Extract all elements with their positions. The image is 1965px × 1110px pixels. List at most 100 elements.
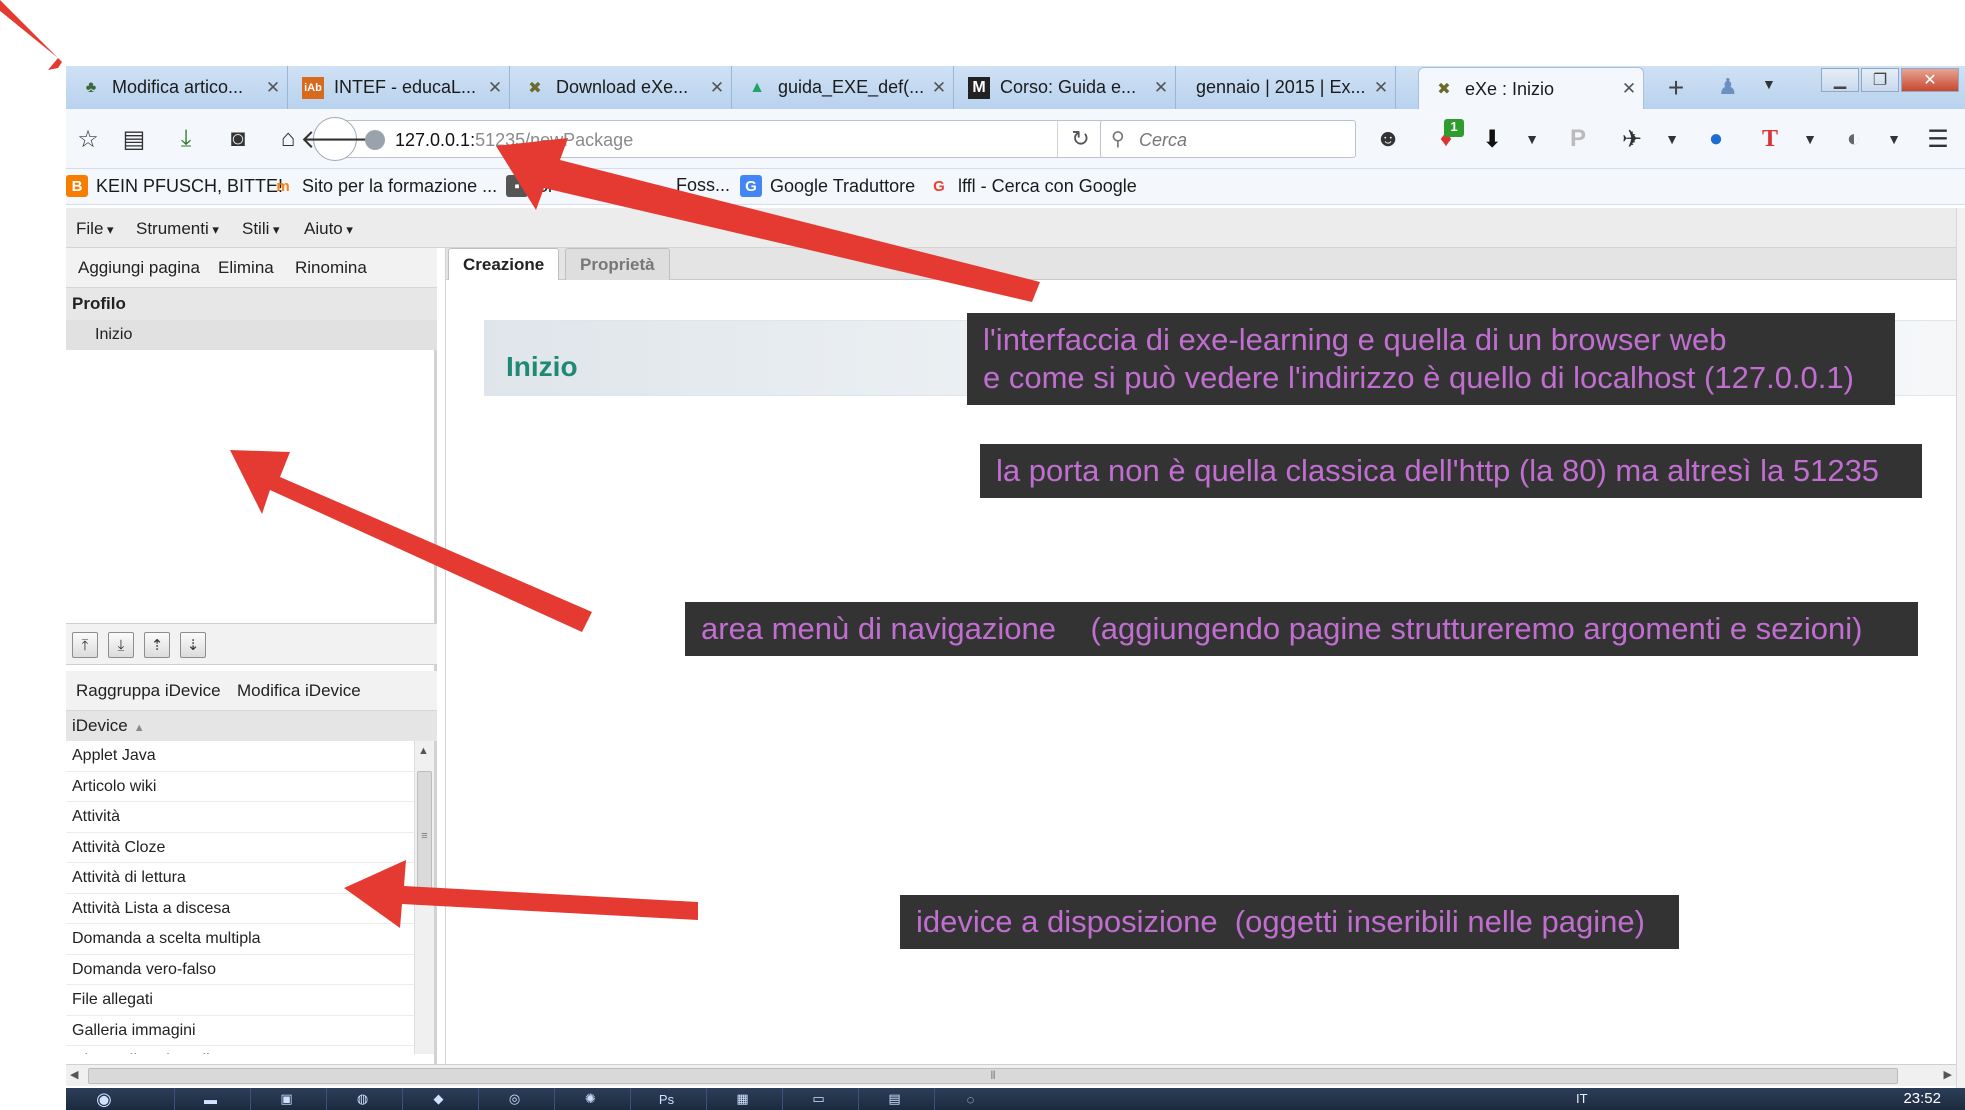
play-icon[interactable]: ● (1700, 123, 1732, 155)
new-tab-button[interactable]: + (1656, 72, 1696, 103)
edit-idevice-button[interactable]: Modifica iDevice (237, 681, 361, 701)
app-icon[interactable]: ▤ (858, 1088, 930, 1110)
download-arrow-icon[interactable]: ⬇ (1476, 123, 1508, 155)
move-up-icon[interactable]: ⇡ (144, 632, 170, 658)
tab-3[interactable]: ✖ Download eXe... ✕ (510, 66, 732, 109)
outline-root[interactable]: Profilo (66, 288, 437, 320)
tab-4[interactable]: ▲ guida_EXE_def(... ✕ (732, 66, 954, 109)
idevice-column-header[interactable]: iDevice ▲ (66, 711, 437, 741)
start-icon[interactable]: ◉ (76, 1088, 132, 1110)
close-icon[interactable]: ✕ (481, 78, 509, 98)
bookmark-item[interactable]: G lffl - Cerca con Google (928, 175, 1137, 197)
maximize-button[interactable]: ❐ (1861, 68, 1899, 92)
clock[interactable]: 23:52 (1903, 1090, 1941, 1107)
scroll-left-icon[interactable]: ◀ (70, 1068, 78, 1081)
speech-icon[interactable]: ◐ (1838, 123, 1870, 155)
idevice-item[interactable]: Attività di lettura (66, 863, 414, 894)
firefox-icon[interactable]: ◍ (326, 1088, 398, 1110)
scroll-right-icon[interactable]: ▶ (1944, 1068, 1952, 1081)
bookmark-item[interactable]: G Google Traduttore (740, 175, 915, 197)
idevice-item[interactable]: Attività Lista a discesa (66, 894, 414, 924)
chevron-down-icon[interactable]: ▼ (1794, 123, 1826, 155)
tab-2[interactable]: iAb INTEF - educaL... ✕ (288, 66, 510, 109)
pinterest-icon[interactable]: P (1562, 123, 1594, 155)
chrome-icon[interactable]: ◎ (478, 1088, 550, 1110)
idevice-item[interactable]: Applet Java (66, 741, 414, 772)
idevice-item[interactable]: Articolo wiki (66, 772, 414, 802)
bookmark-item[interactable]: ▪ Si (506, 175, 552, 197)
tab-7-active[interactable]: ✖ eXe : Inizio ✕ (1418, 67, 1644, 110)
idevice-item[interactable]: File allegati (66, 985, 414, 1016)
tab-proprieta[interactable]: Proprietà (565, 248, 670, 280)
save-icon[interactable]: ▣ (250, 1088, 322, 1110)
add-page-button[interactable]: Aggiungi pagina (78, 258, 200, 278)
app-icon[interactable]: ◌ (934, 1088, 1006, 1110)
url-bar[interactable]: 🡐 127.0.0.1:51235/newPackage ↻ (300, 117, 1104, 161)
tab-creazione[interactable]: Creazione (448, 248, 560, 280)
url-text[interactable]: 127.0.0.1:51235/newPackage (395, 130, 633, 151)
reload-icon[interactable]: ↻ (1057, 121, 1103, 157)
app-icon[interactable]: ▭ (782, 1088, 854, 1110)
bookmark-item[interactable]: m Sito per la formazione ... (272, 175, 497, 197)
close-icon[interactable]: ✕ (1367, 78, 1395, 98)
download-icon[interactable]: ⤓ (170, 123, 202, 155)
scroll-up-icon[interactable]: ▲ (418, 745, 429, 757)
close-icon[interactable]: ✕ (703, 78, 731, 98)
move-top-icon[interactable]: ⤒ (72, 632, 98, 658)
tab-1[interactable]: ♣ Modifica artico... ✕ (66, 66, 288, 109)
bookmark-item[interactable]: Foss... (676, 175, 730, 196)
menu-strumenti[interactable]: Strumenti (136, 219, 219, 239)
rename-page-button[interactable]: Rinomina (295, 258, 367, 278)
search-input[interactable]: ⚲ Cerca (1100, 120, 1356, 158)
app-icon[interactable]: ✺ (554, 1088, 626, 1110)
bookmark-item[interactable]: B KEIN PFUSCH, BITTE! (66, 175, 283, 197)
minimize-button[interactable]: ▁ (1821, 68, 1859, 92)
idevice-scrollbar[interactable]: ▲ ≡ (414, 741, 434, 1054)
menu-icon[interactable]: ☰ (1922, 123, 1954, 155)
chevron-down-icon[interactable]: ▼ (1878, 123, 1910, 155)
idevice-item[interactable]: Domanda a scelta multipla (66, 924, 414, 955)
idevice-item[interactable]: Gioco Clicca in ordine (66, 1046, 414, 1054)
translate-t-icon[interactable]: T (1754, 123, 1786, 155)
close-icon[interactable]: ✕ (925, 78, 953, 98)
chevron-down-icon[interactable]: ▼ (1656, 123, 1688, 155)
idevice-item[interactable]: Attività (66, 802, 414, 833)
app-icon[interactable]: ▦ (706, 1088, 778, 1110)
outline-toolbar: Aggiungi pagina Elimina Rinomina (66, 248, 437, 288)
reading-list-icon[interactable]: ▤ (118, 123, 150, 155)
tab-5[interactable]: M Corso: Guida e... ✕ (954, 66, 1176, 109)
close-icon[interactable]: ✕ (1147, 78, 1175, 98)
move-down-icon[interactable]: ⇣ (180, 632, 206, 658)
menu-aiuto[interactable]: Aiuto (304, 219, 353, 239)
user-icon[interactable]: ♟ (1718, 74, 1738, 100)
group-idevice-button[interactable]: Raggruppa iDevice (76, 681, 221, 701)
folder-icon[interactable]: ▬ (174, 1088, 246, 1110)
photoshop-icon[interactable]: Ps (630, 1088, 702, 1110)
close-icon[interactable]: ✕ (1615, 79, 1643, 99)
chevron-down-icon[interactable]: ▼ (1516, 123, 1548, 155)
delete-page-button[interactable]: Elimina (218, 258, 274, 278)
close-window-button[interactable]: ✕ (1901, 68, 1959, 92)
emoji-icon[interactable]: ☻ (1372, 123, 1404, 155)
idevice-item[interactable]: Domanda vero-falso (66, 955, 414, 985)
page-title[interactable]: Inizio (506, 351, 578, 383)
tab-6[interactable]: gennaio | 2015 | Ex... ✕ (1176, 66, 1396, 109)
app-icon[interactable]: ◆ (402, 1088, 474, 1110)
tray-lang[interactable]: IT (1576, 1091, 1588, 1106)
chevron-down-icon[interactable]: ▼ (1762, 76, 1776, 92)
idevice-item[interactable]: Attività Cloze (66, 833, 414, 863)
idevice-item[interactable]: Galleria immagini (66, 1016, 414, 1046)
scroll-thumb[interactable]: ⦀ (88, 1068, 1898, 1084)
window-scrollbar[interactable] (1956, 208, 1965, 1088)
ghost-icon[interactable]: ✈ (1616, 123, 1648, 155)
pocket-icon[interactable]: ◙ (222, 123, 254, 155)
menu-stili[interactable]: Stili (242, 219, 280, 239)
back-arrow-icon[interactable]: 🡐 (300, 117, 370, 161)
scroll-thumb[interactable]: ≡ (417, 771, 432, 901)
outline-page-inizio[interactable]: Inizio (66, 320, 437, 350)
horizontal-scrollbar[interactable]: ◀ ⦀ ▶ (66, 1064, 1956, 1086)
move-bottom-icon[interactable]: ⤓ (108, 632, 134, 658)
close-icon[interactable]: ✕ (259, 78, 287, 98)
menu-file[interactable]: File (76, 219, 114, 239)
star-icon[interactable]: ☆ (72, 123, 104, 155)
